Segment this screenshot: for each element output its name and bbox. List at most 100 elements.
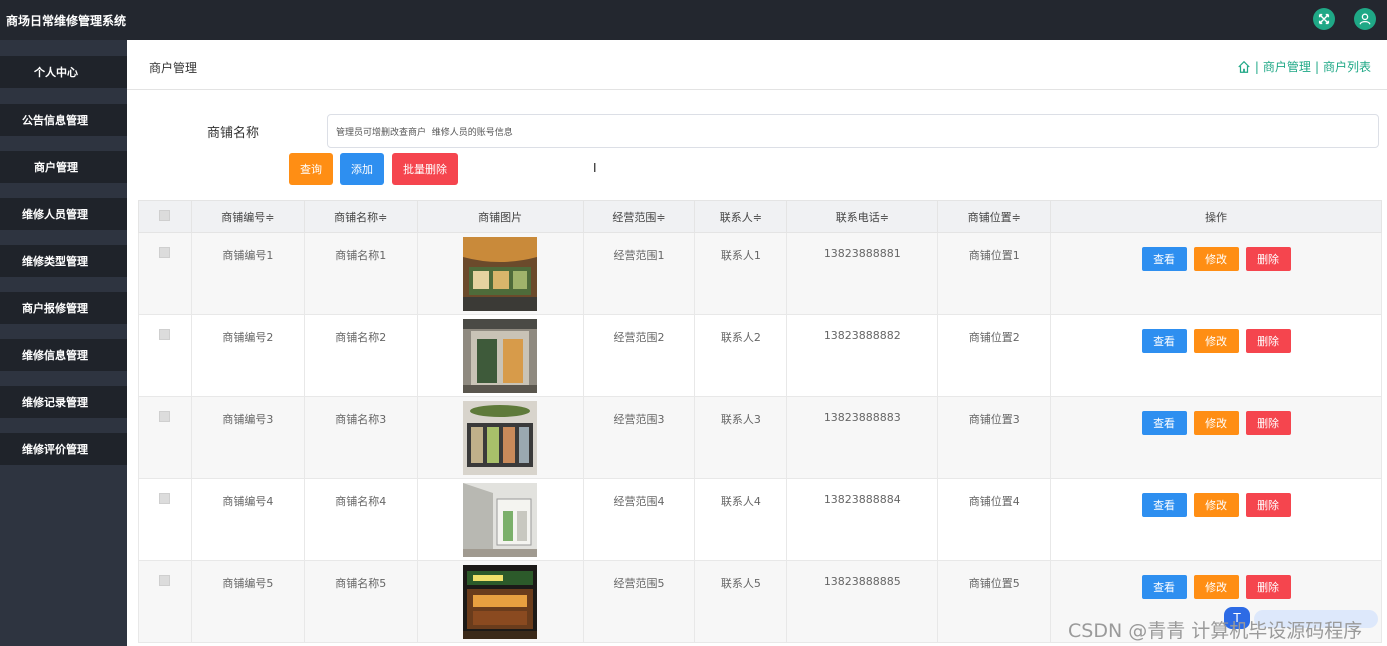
phone-cell: 13823888883 <box>786 396 939 479</box>
delete-button[interactable]: 删除 <box>1245 493 1291 517</box>
business-scope-cell: 经营范围4 <box>582 478 696 561</box>
shop-id-cell: 商铺编号5 <box>190 560 305 643</box>
shop-image[interactable] <box>463 483 538 557</box>
sidebar-item-repair-types[interactable]: 维修类型管理 <box>0 245 127 277</box>
add-button[interactable]: 添加 <box>340 153 384 185</box>
page-header: 商户管理 | 商户管理 | 商户列表 <box>127 40 1387 90</box>
table-row: 商铺编号1 商铺名称1 经营范围1 联系人1 13823888881 商铺位置1… <box>138 232 1382 315</box>
shop-id-cell: 商铺编号1 <box>190 232 305 315</box>
column-header-actions: 操作 <box>1050 200 1382 233</box>
home-icon[interactable] <box>1237 60 1251 74</box>
text-cursor-icon: I <box>593 161 597 175</box>
actions-cell: 查看 修改 删除 <box>1050 232 1382 315</box>
business-scope-cell: 经营范围3 <box>582 396 696 479</box>
column-header-contact[interactable]: 联系人≑ <box>694 200 788 233</box>
sidebar-item-personal-center[interactable]: 个人中心 <box>0 56 127 88</box>
edit-button[interactable]: 修改 <box>1193 493 1239 517</box>
shop-id-cell: 商铺编号4 <box>190 478 305 561</box>
row-select-cell <box>138 478 192 561</box>
contact-cell: 联系人5 <box>694 560 788 643</box>
user-button[interactable] <box>1354 8 1376 30</box>
location-cell: 商铺位置5 <box>937 560 1052 643</box>
column-header-phone[interactable]: 联系电话≑ <box>786 200 939 233</box>
row-checkbox[interactable] <box>159 329 171 340</box>
column-header-shop-name[interactable]: 商铺名称≑ <box>303 200 418 233</box>
delete-button[interactable]: 删除 <box>1245 411 1291 435</box>
query-button[interactable]: 查询 <box>289 153 333 185</box>
edit-button[interactable]: 修改 <box>1193 329 1239 353</box>
breadcrumb-merchant-list[interactable]: 商户列表 <box>1323 58 1371 75</box>
shop-image[interactable] <box>463 319 538 393</box>
column-header-location[interactable]: 商铺位置≑ <box>937 200 1052 233</box>
shop-name-cell: 商铺名称2 <box>303 314 418 397</box>
edit-button[interactable]: 修改 <box>1193 575 1239 599</box>
select-all-checkbox[interactable] <box>159 209 171 221</box>
column-header-business-scope[interactable]: 经营范围≑ <box>582 200 696 233</box>
location-cell: 商铺位置1 <box>937 232 1052 315</box>
column-header-shop-id[interactable]: 商铺编号≑ <box>190 200 305 233</box>
row-checkbox[interactable] <box>159 247 171 258</box>
business-scope-cell: 经营范围5 <box>582 560 696 643</box>
shop-image[interactable] <box>463 237 538 311</box>
sidebar-item-repair-records[interactable]: 维修记录管理 <box>0 386 127 418</box>
view-button[interactable]: 查看 <box>1141 493 1187 517</box>
delete-button[interactable]: 删除 <box>1245 575 1291 599</box>
shop-image-cell <box>416 560 584 643</box>
sidebar-item-repair-staff[interactable]: 维修人员管理 <box>0 198 127 230</box>
contact-cell: 联系人1 <box>694 232 788 315</box>
phone-cell: 13823888884 <box>786 478 939 561</box>
location-cell: 商铺位置2 <box>937 314 1052 397</box>
sidebar-item-announcements[interactable]: 公告信息管理 <box>0 104 127 136</box>
phone-cell: 13823888881 <box>786 232 939 315</box>
shop-name-cell: 商铺名称4 <box>303 478 418 561</box>
sidebar-item-repair-reviews[interactable]: 维修评价管理 <box>0 433 127 465</box>
fullscreen-button[interactable] <box>1313 8 1335 30</box>
main-content: 商户管理 | 商户管理 | 商户列表 商铺名称 I 查询 添加 批量删除 商铺编… <box>127 40 1387 646</box>
batch-delete-button[interactable]: 批量删除 <box>392 153 458 185</box>
delete-button[interactable]: 删除 <box>1245 247 1291 271</box>
column-header-shop-image: 商铺图片 <box>416 200 584 233</box>
view-button[interactable]: 查看 <box>1141 247 1187 271</box>
user-icon <box>1359 13 1371 25</box>
shop-name-cell: 商铺名称5 <box>303 560 418 643</box>
sidebar-item-repair-info[interactable]: 维修信息管理 <box>0 339 127 371</box>
shop-name-label: 商铺名称 <box>207 126 260 141</box>
edit-button[interactable]: 修改 <box>1193 247 1239 271</box>
sidebar-item-merchants[interactable]: 商户管理 <box>0 151 127 183</box>
fullscreen-icon <box>1318 13 1330 25</box>
business-scope-cell: 经营范围2 <box>582 314 696 397</box>
row-checkbox[interactable] <box>159 411 171 422</box>
actions-cell: 查看 修改 删除 <box>1050 396 1382 479</box>
view-button[interactable]: 查看 <box>1141 575 1187 599</box>
top-bar: 商场日常维修管理系统 <box>0 0 1387 40</box>
row-select-cell <box>138 232 192 315</box>
shop-id-cell: 商铺编号3 <box>190 396 305 479</box>
row-checkbox[interactable] <box>159 493 171 504</box>
view-button[interactable]: 查看 <box>1141 329 1187 353</box>
sidebar-item-merchant-repairs[interactable]: 商户报修管理 <box>0 292 127 324</box>
phone-cell: 13823888882 <box>786 314 939 397</box>
phone-cell: 13823888885 <box>786 560 939 643</box>
row-select-cell <box>138 314 192 397</box>
row-checkbox[interactable] <box>159 575 171 586</box>
shop-name-cell: 商铺名称1 <box>303 232 418 315</box>
shop-name-input[interactable] <box>327 114 1379 148</box>
shop-image-cell <box>416 396 584 479</box>
breadcrumb-separator: | <box>1254 59 1259 74</box>
select-all-cell <box>138 200 192 233</box>
row-select-cell <box>138 396 192 479</box>
location-cell: 商铺位置3 <box>937 396 1052 479</box>
watermark-text: CSDN @青青 计算机毕设源码程序 <box>1068 620 1363 642</box>
business-scope-cell: 经营范围1 <box>582 232 696 315</box>
row-select-cell <box>138 560 192 643</box>
breadcrumb-merchants[interactable]: 商户管理 <box>1263 58 1311 75</box>
shop-image[interactable] <box>463 565 538 639</box>
edit-button[interactable]: 修改 <box>1193 411 1239 435</box>
page-title: 商户管理 <box>149 61 198 75</box>
table-row: 商铺编号3 商铺名称3 经营范围3 联系人3 13823888883 商铺位置3… <box>138 396 1382 479</box>
shop-image[interactable] <box>463 401 538 475</box>
delete-button[interactable]: 删除 <box>1245 329 1291 353</box>
view-button[interactable]: 查看 <box>1141 411 1187 435</box>
shop-name-cell: 商铺名称3 <box>303 396 418 479</box>
location-cell: 商铺位置4 <box>937 478 1052 561</box>
